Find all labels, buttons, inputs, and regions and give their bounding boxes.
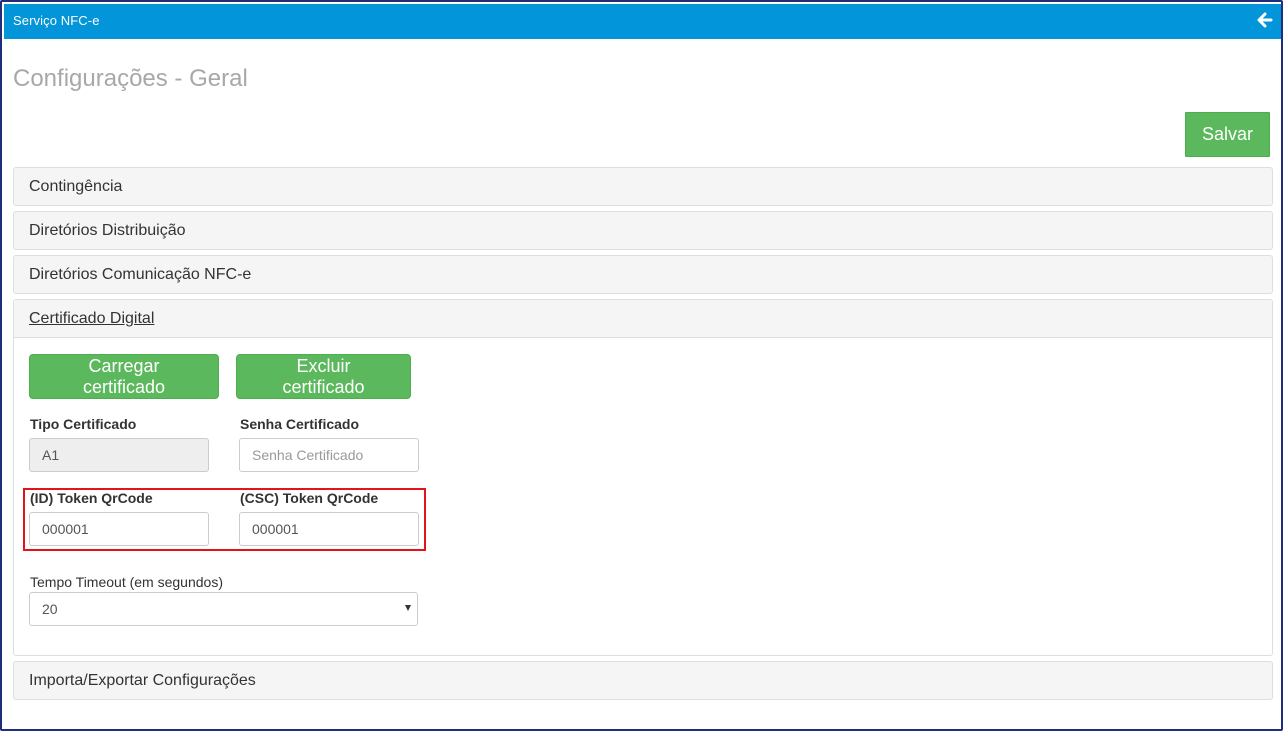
app-window: Serviço NFC-e Configurações - Geral Salv… <box>0 0 1283 731</box>
panel-certificado-digital: Certificado Digital Carregar certificado… <box>13 299 1273 656</box>
senha-certificado-label: Senha Certificado <box>240 416 360 432</box>
senha-certificado-input[interactable] <box>239 438 419 472</box>
panel-diretorios-comunicacao[interactable]: Diretórios Comunicação NFC-e <box>13 255 1273 294</box>
panel-heading-certificado-digital[interactable]: Certificado Digital <box>29 310 154 328</box>
id-token-label: (ID) Token QrCode <box>30 490 153 506</box>
panel-importa-exportar[interactable]: Importa/Exportar Configurações <box>13 661 1273 700</box>
panel-diretorios-distribuicao[interactable]: Diretórios Distribuição <box>13 211 1273 250</box>
page-title: Configurações - Geral <box>13 65 248 92</box>
panel-contingencia[interactable]: Contingência <box>13 167 1273 206</box>
timeout-select-value: 20 <box>42 601 58 617</box>
caret-down-icon <box>405 605 411 611</box>
panel-heading-diretorios-comunicacao[interactable]: Diretórios Comunicação NFC-e <box>29 266 251 284</box>
panel-header-certificado-digital[interactable]: Certificado Digital <box>14 300 1272 338</box>
top-bar: Serviço NFC-e <box>4 4 1281 39</box>
app-title: Serviço NFC-e <box>13 13 100 28</box>
id-token-input[interactable] <box>29 512 209 546</box>
tipo-certificado-field: A1 <box>29 438 209 472</box>
delete-certificate-button[interactable]: Excluir certificado <box>236 354 411 399</box>
panel-heading-importa-exportar[interactable]: Importa/Exportar Configurações <box>29 672 256 690</box>
csc-token-label: (CSC) Token QrCode <box>240 490 379 506</box>
timeout-select[interactable]: 20 <box>29 592 418 626</box>
panel-heading-diretorios-distribuicao[interactable]: Diretórios Distribuição <box>29 222 186 240</box>
csc-token-input[interactable] <box>239 512 419 546</box>
tipo-certificado-label: Tipo Certificado <box>30 416 137 432</box>
panel-heading-contingencia[interactable]: Contingência <box>29 178 122 196</box>
timeout-label: Tempo Timeout (em segundos) <box>30 574 223 590</box>
arrow-left-icon[interactable] <box>1257 11 1273 29</box>
save-button[interactable]: Salvar <box>1185 112 1270 157</box>
load-certificate-button[interactable]: Carregar certificado <box>29 354 219 399</box>
